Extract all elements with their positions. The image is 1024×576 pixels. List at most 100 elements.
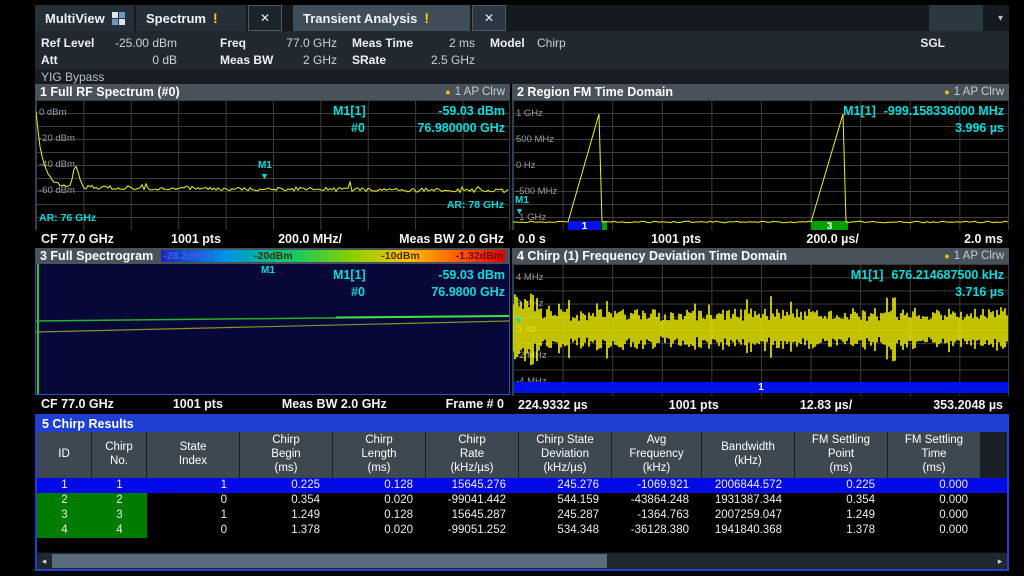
scale-label: -28.2dBm	[163, 250, 210, 262]
marker-value: 76.9800 GHz	[391, 284, 505, 301]
tab-transient-analysis[interactable]: Transient Analysis !	[293, 5, 470, 31]
column-header[interactable]: AvgFrequency(kHz)	[612, 432, 701, 478]
marker-m1-flag[interactable]: M1	[515, 196, 529, 206]
footer-stop-time: 353.2048 µs	[933, 398, 1003, 412]
table-cell: 2	[37, 493, 92, 508]
table-row[interactable]: 1110.2250.12815645.276245.276-1069.92120…	[37, 478, 1007, 493]
window-4-footer: 224.9332 µs 1001 pts 12.83 µs/ 353.2048 …	[512, 396, 1009, 413]
footer-points: 1001 pts	[669, 398, 719, 412]
tab-multiview[interactable]: MultiView	[35, 5, 134, 31]
model-label: Model	[490, 36, 525, 50]
window-2-plot[interactable]: 1 GHz 500 MHz 0 Hz -500 MHz -1 GHz 1 3 M…	[512, 100, 1009, 230]
att-label: Att	[41, 53, 58, 67]
column-header[interactable]: FM SettlingPoint(ms)	[795, 432, 887, 478]
sweep-mode-badge: SGL	[920, 36, 945, 50]
tab-transient-label: Transient Analysis	[303, 11, 417, 26]
table-cell: 0.000	[888, 493, 981, 508]
table-cell: -1364.763	[612, 508, 702, 523]
table-cell: 0.020	[333, 523, 426, 538]
tab-strip-end	[929, 5, 983, 31]
column-header[interactable]: ChirpBegin(ms)	[240, 432, 332, 478]
column-header[interactable]: Bandwidth(kHz)	[702, 432, 794, 478]
tab-overflow-button[interactable]: ▾	[998, 5, 1003, 31]
tab-spectrum-label: Spectrum	[146, 11, 206, 26]
footer-stop-time: 2.0 ms	[964, 232, 1003, 246]
table-row[interactable]: 3311.2490.12815645.287245.287-1364.76320…	[37, 508, 1007, 523]
trace-label[interactable]: ● 1 AP Clrw	[445, 86, 505, 98]
table-cell: 3	[92, 508, 147, 523]
column-header[interactable]: ChirpLength(ms)	[333, 432, 425, 478]
window-4-titlebar[interactable]: 4 Chirp (1) Frequency Deviation Time Dom…	[512, 248, 1009, 264]
srate-value[interactable]: 2.5 GHz	[420, 53, 475, 67]
horizontal-scrollbar[interactable]: ◂ ▸	[37, 552, 1007, 569]
marker-value: 3.996 µs	[955, 121, 1004, 135]
meas-time-value[interactable]: 2 ms	[420, 36, 475, 50]
table-cell: 0	[147, 493, 240, 508]
trace-label-text: 1 AP Clrw	[954, 86, 1004, 98]
scale-label: -10dBm	[381, 250, 420, 262]
marker-down-icon: ▼	[515, 207, 524, 216]
marker-down-icon: ▼	[260, 172, 269, 181]
scale-label: -1.32dBm	[456, 250, 503, 262]
window-3-titlebar[interactable]: 3 Full Spectrogram -28.2dBm -20dBm -10dB…	[35, 248, 510, 264]
column-header[interactable]: ChirpRate(kHz/µs)	[426, 432, 518, 478]
tab-spectrum[interactable]: Spectrum !	[136, 5, 246, 31]
srate-label: SRate	[352, 53, 386, 67]
footer-cf: CF 77.0 GHz	[41, 232, 114, 246]
column-header[interactable]: ID	[37, 432, 91, 478]
table-row[interactable]: 4401.3780.020-99051.252534.348-36128.380…	[37, 523, 1007, 538]
table-cell: 1.249	[795, 508, 888, 523]
table-cell: 1931387.344	[702, 493, 795, 508]
meas-bw-value[interactable]: 2 GHz	[265, 53, 337, 67]
chevron-down-icon: ▾	[998, 13, 1003, 24]
window-1-titlebar[interactable]: 1 Full RF Spectrum (#0) ● 1 AP Clrw	[35, 84, 510, 100]
trace-dot-icon: ●	[944, 87, 949, 97]
table-cell: 1.249	[240, 508, 333, 523]
table-cell: 0.000	[888, 508, 981, 523]
scrollbar-thumb[interactable]	[52, 554, 607, 568]
table-cell: -43864.248	[612, 493, 702, 508]
window-3-plot[interactable]: M1 M1[1]-59.03 dBm #076.9800 GHz	[35, 264, 510, 395]
column-header[interactable]: Chirp StateDeviation(kHz/µs)	[519, 432, 611, 478]
marker-readout: M1[1]-59.03 dBm #076.9800 GHz	[333, 267, 505, 301]
column-header[interactable]: FM SettlingTime(ms)	[888, 432, 980, 478]
column-header[interactable]: StateIndex	[147, 432, 239, 478]
ref-level-value[interactable]: -25.00 dBm	[105, 36, 177, 50]
window-3-footer: CF 77.0 GHz 1001 pts Meas BW 2.0 GHz Fra…	[35, 395, 510, 412]
marker-value: 76.980000 GHz	[391, 120, 505, 137]
window-3-full-spectrogram: 3 Full Spectrogram -28.2dBm -20dBm -10dB…	[35, 248, 510, 413]
table-cell: 4	[37, 523, 92, 538]
window-2-region-fm-time-domain: 2 Region FM Time Domain ● 1 AP Clrw 1 GH…	[512, 84, 1009, 247]
marker-value: 676.214687500 kHz	[891, 268, 1004, 282]
close-icon: ✕	[484, 11, 494, 25]
table-cell: 0.354	[795, 493, 888, 508]
marker-m1-flag[interactable]: M1	[258, 161, 272, 171]
marker-name: #0	[333, 284, 391, 301]
marker-value: 3.716 µs	[955, 285, 1004, 299]
marker-readout: M1[1]-59.03 dBm #076.980000 GHz	[333, 103, 505, 137]
trace-label[interactable]: ● 1 AP Clrw	[944, 250, 1004, 262]
table-cell: 1	[37, 478, 92, 493]
window-2-titlebar[interactable]: 2 Region FM Time Domain ● 1 AP Clrw	[512, 84, 1009, 100]
results-table-body: 1110.2250.12815645.276245.276-1069.92120…	[37, 478, 1007, 538]
model-value[interactable]: Chirp	[537, 36, 566, 50]
close-spectrum-button[interactable]: ✕	[248, 5, 282, 31]
footer-time-per-div: 200.0 µs/	[806, 232, 858, 246]
column-header[interactable]: ChirpNo.	[92, 432, 146, 478]
trace-label[interactable]: ● 1 AP Clrw	[944, 86, 1004, 98]
window-4-plot[interactable]: 4 MHz 2 MHz 0 Hz -2 MHz -4 MHz 1 ▼ M1[1]…	[512, 264, 1009, 396]
window-1-plot[interactable]: 0 dBm -20 dBm -40 dBm -60 dBm M1 ▼ AR: 7…	[35, 100, 510, 230]
close-transient-button[interactable]: ✕	[472, 5, 506, 31]
window-4-chirp-freq-deviation: 4 Chirp (1) Frequency Deviation Time Dom…	[512, 248, 1009, 413]
marker-readout: M1[1]676.214687500 kHz 3.716 µs	[851, 267, 1004, 301]
spectrogram-color-scale[interactable]: -28.2dBm -20dBm -10dBm -1.32dBm	[161, 250, 505, 262]
window-5-titlebar[interactable]: 5 Chirp Results	[37, 416, 1007, 432]
scroll-right-icon[interactable]: ▸	[993, 553, 1007, 569]
freq-value[interactable]: 77.0 GHz	[265, 36, 337, 50]
att-value[interactable]: 0 dB	[105, 53, 177, 67]
table-row[interactable]: 2200.3540.020-99041.442544.159-43864.248…	[37, 493, 1007, 508]
table-cell: 2	[92, 493, 147, 508]
window-2-title: 2 Region FM Time Domain	[517, 85, 673, 99]
marker-m1-flag[interactable]: M1	[261, 266, 275, 276]
scroll-left-icon[interactable]: ◂	[37, 553, 51, 569]
